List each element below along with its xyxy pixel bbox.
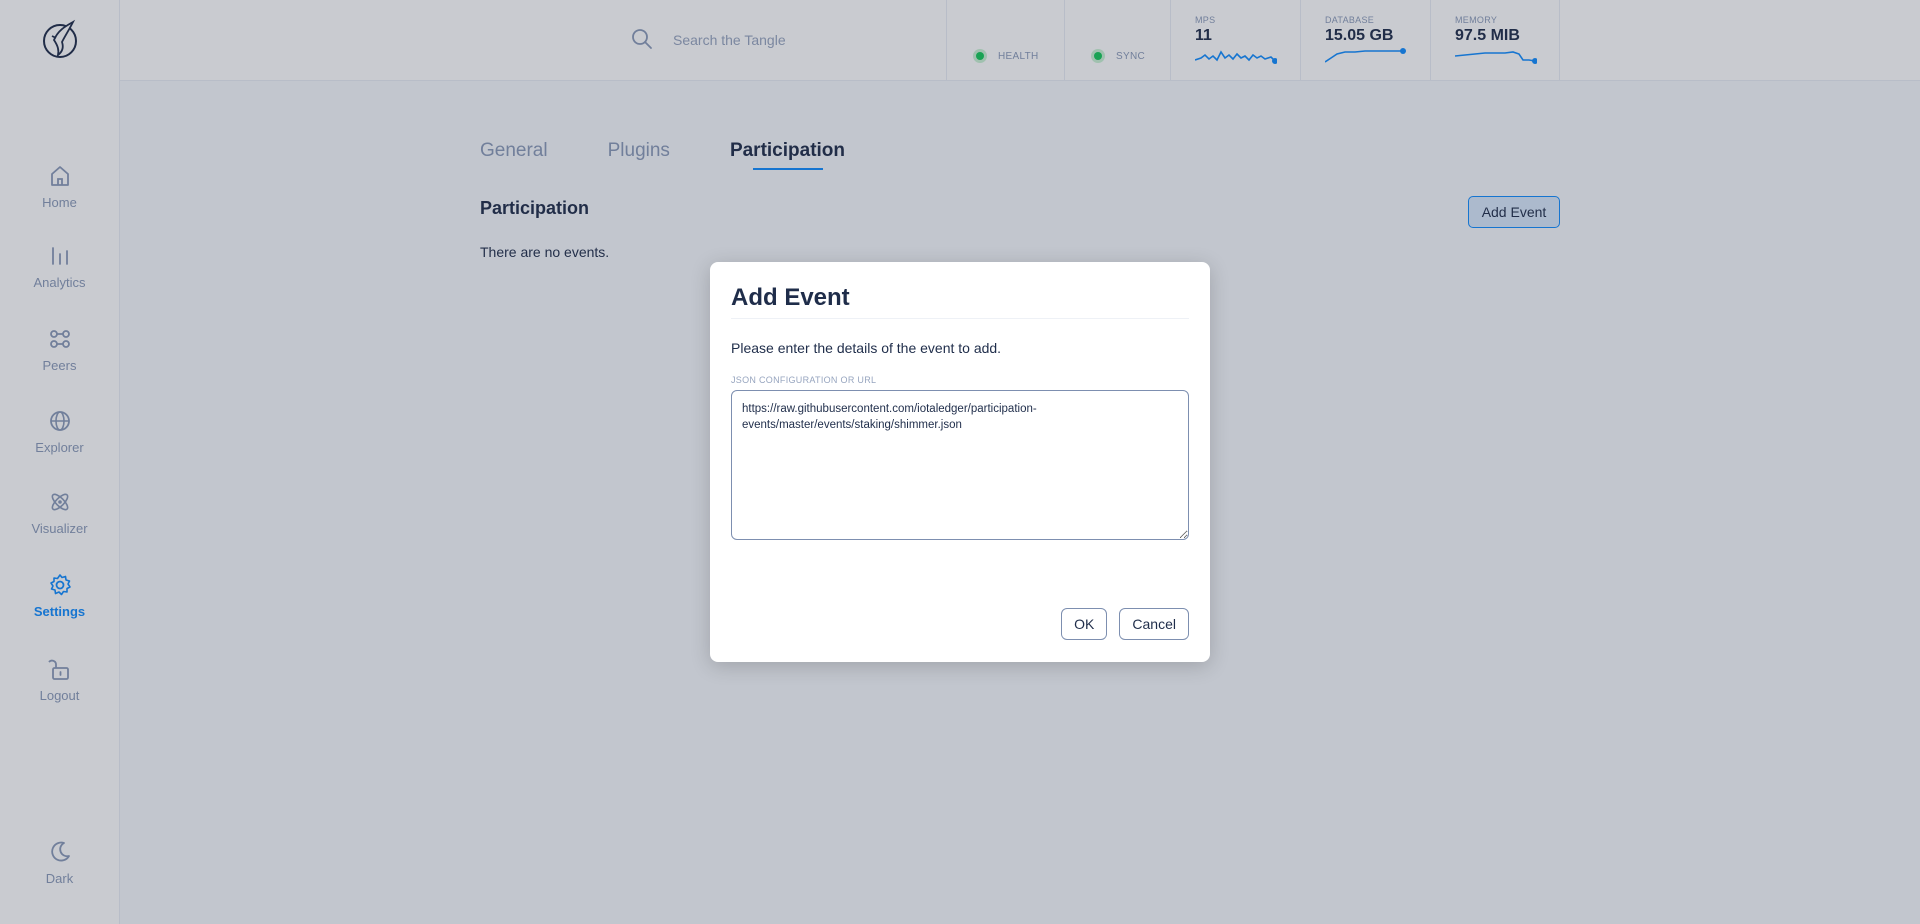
dialog-actions: OK Cancel xyxy=(1049,608,1189,640)
json-config-label: JSON CONFIGURATION OR URL xyxy=(731,375,877,385)
cancel-button[interactable]: Cancel xyxy=(1119,608,1189,640)
add-event-dialog: Add Event Please enter the details of th… xyxy=(710,262,1210,662)
dialog-description: Please enter the details of the event to… xyxy=(731,340,1002,356)
json-config-input[interactable]: https://raw.githubusercontent.com/iotale… xyxy=(731,390,1189,540)
dialog-title: Add Event xyxy=(731,284,1189,319)
ok-button[interactable]: OK xyxy=(1061,608,1108,640)
